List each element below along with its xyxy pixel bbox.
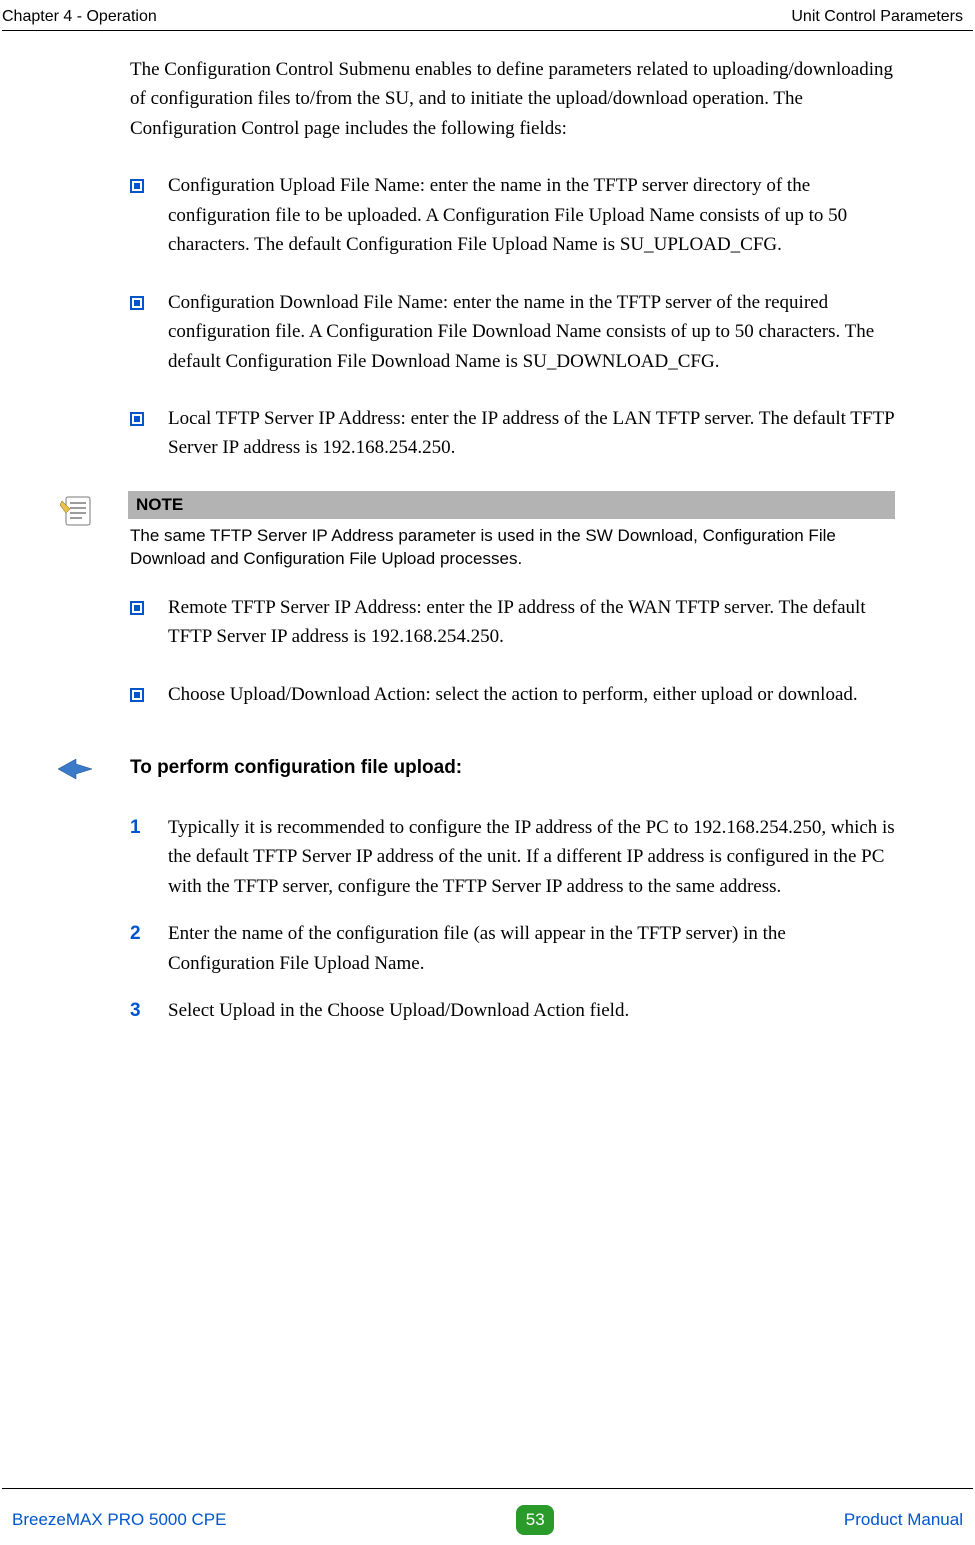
step-text: Select Upload in the Choose Upload/Downl… (168, 1000, 629, 1021)
arrow-right-icon (56, 757, 96, 786)
bullet-item: Choose Upload/Download Action: select th… (130, 680, 895, 709)
page-footer: BreezeMAX PRO 5000 CPE 53 Product Manual (0, 1505, 975, 1535)
step-item: 1 Typically it is recommended to configu… (130, 813, 895, 901)
bullet-text: Configuration Upload File Name: enter th… (168, 175, 847, 255)
header-left: Chapter 4 - Operation (2, 8, 157, 26)
note-icon (60, 493, 96, 529)
footer-rule (2, 1488, 973, 1489)
page-content: The Configuration Control Submenu enable… (0, 55, 975, 1026)
footer-right: Product Manual (844, 1510, 963, 1530)
step-text: Enter the name of the configuration file… (168, 923, 786, 973)
intro-paragraph: The Configuration Control Submenu enable… (130, 55, 895, 143)
square-bullet-icon (130, 408, 146, 437)
header-rule (2, 30, 973, 31)
task-title: To perform configuration file upload: (130, 757, 895, 779)
header-right: Unit Control Parameters (791, 8, 963, 26)
step-number: 3 (130, 996, 141, 1025)
task-heading-row: To perform configuration file upload: (56, 757, 895, 779)
note-block: NOTE The same TFTP Server IP Address par… (60, 491, 895, 571)
bullet-text: Remote TFTP Server IP Address: enter the… (168, 597, 866, 647)
bullet-item: Remote TFTP Server IP Address: enter the… (130, 593, 895, 652)
page-number-badge: 53 (516, 1505, 554, 1535)
bullet-item: Configuration Upload File Name: enter th… (130, 171, 895, 259)
step-number: 1 (130, 813, 141, 842)
square-bullet-icon (130, 684, 146, 713)
step-text: Typically it is recommended to configure… (168, 817, 895, 897)
bullet-text: Local TFTP Server IP Address: enter the … (168, 408, 894, 458)
step-number: 2 (130, 919, 141, 948)
square-bullet-icon (130, 292, 146, 321)
step-item: 2 Enter the name of the configuration fi… (130, 919, 895, 978)
square-bullet-icon (130, 597, 146, 626)
bullet-item: Local TFTP Server IP Address: enter the … (130, 404, 895, 463)
step-item: 3 Select Upload in the Choose Upload/Dow… (130, 996, 895, 1025)
bullet-text: Configuration Download File Name: enter … (168, 292, 874, 372)
note-title: NOTE (128, 491, 895, 519)
bullet-text: Choose Upload/Download Action: select th… (168, 684, 858, 705)
footer-left: BreezeMAX PRO 5000 CPE (12, 1510, 226, 1530)
square-bullet-icon (130, 175, 146, 204)
note-body: NOTE The same TFTP Server IP Address par… (128, 491, 895, 571)
page-header: Chapter 4 - Operation Unit Control Param… (0, 0, 975, 30)
bullet-item: Configuration Download File Name: enter … (130, 288, 895, 376)
note-text: The same TFTP Server IP Address paramete… (128, 519, 895, 571)
